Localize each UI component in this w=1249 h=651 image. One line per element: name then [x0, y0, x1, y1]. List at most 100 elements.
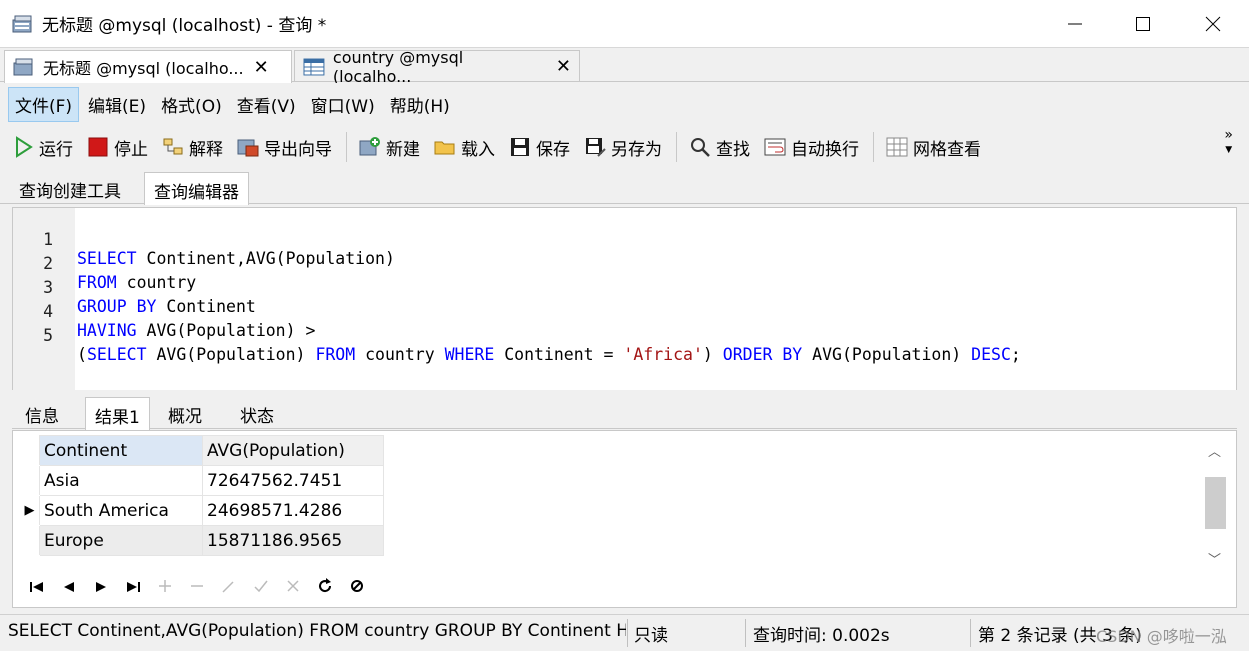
toolbar-separator — [676, 132, 677, 162]
table-row[interactable]: ▶ South America 24698571.4286 — [19, 495, 384, 526]
close-tab-icon[interactable]: ✕ — [556, 56, 571, 77]
query-app-icon — [12, 15, 32, 32]
status-readonly: 只读 — [634, 626, 668, 646]
last-record-icon[interactable] — [117, 579, 149, 597]
cell-continent[interactable]: South America — [39, 495, 203, 526]
toolbar: 运行 停止 解释 导出向导 新建 载入 保存 另存为 查找 自动换行 网格查看 — [0, 126, 1249, 168]
run-button[interactable]: 运行 — [12, 135, 73, 160]
scrollbar-thumb[interactable] — [1205, 477, 1226, 529]
stop-label: 停止 — [114, 139, 148, 160]
save-as-button[interactable]: 另存为 — [584, 135, 662, 160]
menu-window[interactable]: 窗口(W) — [305, 88, 381, 121]
column-header-continent[interactable]: Continent — [39, 435, 203, 466]
result-grid[interactable]: Continent AVG(Population) Asia 72647562.… — [19, 435, 384, 556]
play-icon — [16, 136, 33, 158]
row-header[interactable] — [19, 465, 40, 496]
cell-avg-population[interactable]: 15871186.9565 — [202, 525, 384, 556]
previous-record-icon[interactable] — [53, 579, 85, 597]
explain-button[interactable]: 解释 — [162, 135, 223, 160]
folder-icon — [434, 141, 455, 155]
status-sql-text: SELECT Continent,AVG(Population) FROM co… — [8, 621, 626, 641]
stop-loading-icon[interactable] — [341, 578, 373, 598]
tab-query-editor[interactable]: 查询编辑器 — [144, 172, 249, 205]
export-wizard-button[interactable]: 导出向导 — [237, 135, 332, 160]
menu-file[interactable]: 文件(F) — [8, 86, 80, 122]
cell-continent[interactable]: Europe — [39, 525, 203, 556]
table-icon — [303, 58, 325, 75]
doc-tab-untitled-query[interactable]: 无标题 @mysql (localho... ✕ — [4, 50, 292, 83]
edit-record-icon — [213, 578, 245, 598]
word-wrap-button[interactable]: 自动换行 — [764, 135, 859, 160]
double-chevron-icon: » — [1224, 127, 1233, 143]
save-button[interactable]: 保存 — [509, 135, 570, 160]
close-tab-icon[interactable]: ✕ — [254, 57, 269, 78]
column-header-avg-population[interactable]: AVG(Population) — [202, 435, 384, 466]
status-separator — [627, 619, 628, 647]
scroll-up-icon[interactable]: ︿ — [1208, 441, 1221, 460]
next-record-icon[interactable] — [85, 579, 117, 597]
export-wizard-label: 导出向导 — [264, 139, 332, 160]
cell-avg-population[interactable]: 24698571.4286 — [202, 495, 384, 526]
grid-view-label: 网格查看 — [913, 139, 981, 160]
row-header — [19, 435, 40, 466]
tab-info[interactable]: 信息 — [16, 397, 68, 429]
delete-record-icon — [181, 578, 213, 598]
toolbar-separator — [346, 132, 347, 162]
toolbar-separator — [873, 132, 874, 162]
maximize-button[interactable] — [1108, 0, 1178, 48]
stop-button[interactable]: 停止 — [87, 135, 148, 160]
status-bar: SELECT Continent,AVG(Population) FROM co… — [0, 614, 1249, 651]
export-icon — [237, 139, 259, 157]
grid-view-button[interactable]: 网格查看 — [886, 135, 981, 160]
tab-result1[interactable]: 结果1 — [85, 397, 150, 430]
load-label: 载入 — [461, 139, 495, 160]
menu-view[interactable]: 查看(V) — [231, 88, 302, 121]
sql-editor[interactable]: 1 SELECT Continent,AVG(Population) 2 FRO… — [12, 207, 1237, 390]
status-separator — [970, 619, 971, 647]
explain-icon — [163, 138, 183, 155]
code-line: 2 FROM country — [13, 235, 196, 292]
cell-avg-population[interactable]: 72647562.7451 — [202, 465, 384, 496]
doc-tab-label: country @mysql (localho... — [332, 47, 464, 86]
tab-profile[interactable]: 概况 — [159, 397, 211, 429]
save-icon — [511, 138, 529, 156]
find-button[interactable]: 查找 — [689, 135, 750, 160]
save-label: 保存 — [536, 139, 570, 160]
scroll-down-icon[interactable]: ﹀ — [1208, 549, 1221, 568]
stop-icon — [88, 137, 108, 157]
tab-query-builder[interactable]: 查询创建工具 — [10, 172, 130, 204]
toolbar-overflow-button[interactable]: » ▼ — [1224, 128, 1233, 158]
doc-tab-label: 无标题 @mysql (localho... — [43, 59, 244, 78]
vertical-scrollbar[interactable]: ︿ ﹀ — [1204, 437, 1226, 572]
line-number: 5 — [43, 326, 53, 345]
doc-tab-country-table[interactable]: country @mysql (localho... ✕ — [294, 48, 580, 86]
code-line: 4 HAVING AVG(Population) > — [13, 283, 315, 340]
code-line: 3 GROUP BY Continent — [13, 259, 256, 316]
save-as-icon — [586, 138, 606, 157]
save-as-label: 另存为 — [611, 139, 662, 160]
run-label: 运行 — [39, 139, 73, 160]
tab-status[interactable]: 状态 — [231, 397, 283, 429]
word-wrap-icon — [764, 138, 786, 156]
dropdown-arrow-icon: ▼ — [1225, 145, 1233, 155]
menu-format[interactable]: 格式(O) — [155, 88, 228, 121]
menu-edit[interactable]: 编辑(E) — [82, 88, 152, 121]
table-row[interactable]: Asia 72647562.7451 — [19, 465, 384, 496]
query-tab-icon — [13, 58, 33, 76]
menu-help[interactable]: 帮助(H) — [384, 88, 456, 121]
row-header[interactable] — [19, 525, 40, 556]
load-button[interactable]: 载入 — [434, 135, 495, 160]
maximize-icon — [1136, 17, 1150, 31]
new-query-icon — [359, 137, 380, 156]
close-button[interactable] — [1178, 0, 1248, 48]
minimize-button[interactable] — [1040, 0, 1110, 48]
discard-changes-icon — [277, 578, 309, 598]
cell-continent[interactable]: Asia — [39, 465, 203, 496]
grid-icon — [886, 137, 908, 157]
new-button[interactable]: 新建 — [359, 135, 420, 160]
table-row[interactable]: Europe 15871186.9565 — [19, 525, 384, 556]
refresh-icon[interactable] — [309, 578, 341, 598]
first-record-icon[interactable] — [21, 579, 53, 597]
document-tab-bar: 无标题 @mysql (localho... ✕ country @mysql … — [0, 48, 1249, 86]
current-row-marker-icon[interactable]: ▶ — [19, 495, 40, 526]
